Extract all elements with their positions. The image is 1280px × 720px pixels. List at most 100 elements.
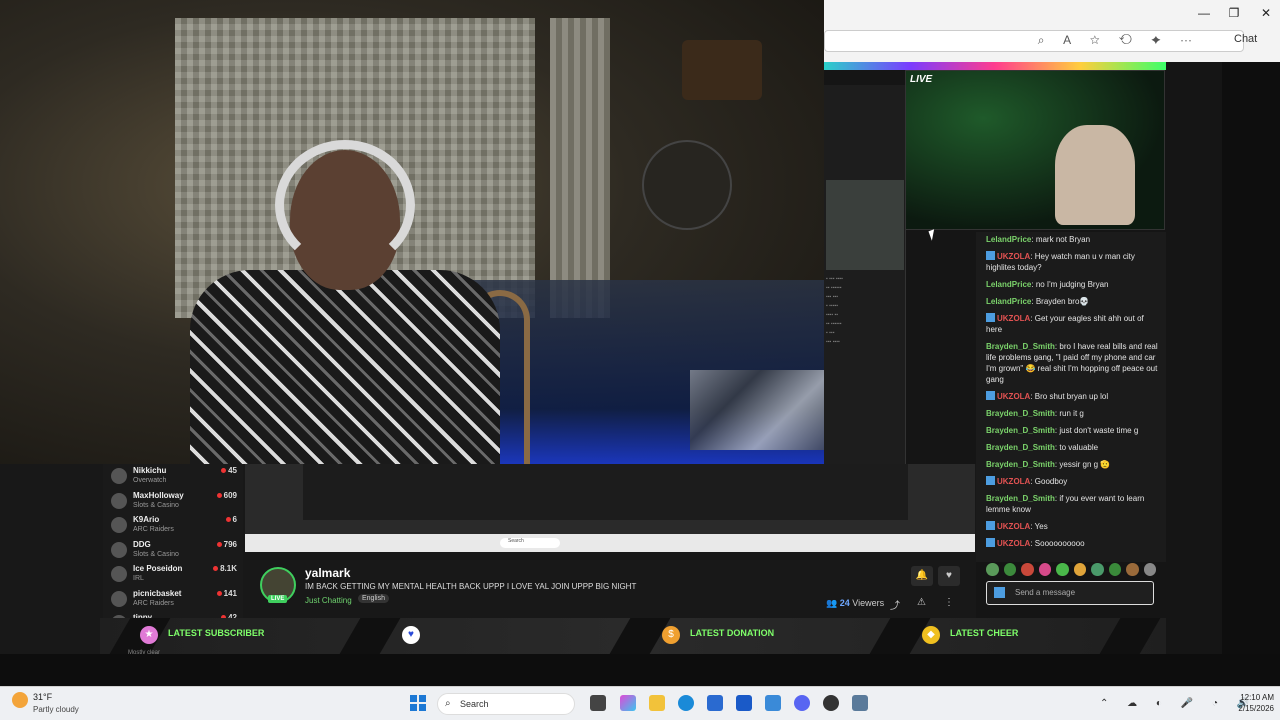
chat-username[interactable]: UKZOLA [997,392,1030,401]
followed-channel-item[interactable]: DDG Slots & Casino 796 [111,540,241,564]
chat-message: UKZOLA: Get your eagles shit ahh out of … [986,313,1144,334]
chat-username[interactable]: Brayden_D_Smith [986,460,1055,469]
chat-username[interactable]: Brayden_D_Smith [986,342,1055,351]
channel-avatar [111,541,127,558]
channel-viewers: 141 [216,589,237,598]
obs-icon[interactable] [823,695,839,711]
chat-text: Goodboy [1034,477,1068,486]
store-icon[interactable] [707,695,723,711]
viewers-label: Viewers [852,598,885,608]
chat-text: Bro shut bryan up lol [1034,392,1109,401]
stream-language-tag[interactable]: English [358,594,389,603]
emote-icon[interactable] [1108,563,1121,576]
chat-badge-icon[interactable] [994,587,1005,598]
emote-icon[interactable] [1003,563,1016,576]
chat-badge-icon [986,476,995,485]
chat-username[interactable]: UKZOLA [997,314,1030,323]
emote-icon[interactable] [1143,563,1156,576]
heart-icon: ♥ [402,626,420,644]
chat-message: Brayden_D_Smith: just don't waste time g [986,426,1139,435]
emote-icon[interactable] [986,563,999,576]
chat-message: LelandPrice: mark not Bryan [986,235,1091,244]
followed-channel-item[interactable]: Nikkichu Overwatch 45 [111,466,241,490]
chat-username[interactable]: UKZOLA [997,539,1030,548]
emote-icon[interactable] [1021,563,1034,576]
discord-icon[interactable] [794,695,810,711]
diamond-icon: ◆ [922,626,940,644]
chat-username[interactable]: Brayden_D_Smith [986,443,1055,452]
chat-username[interactable]: LelandPrice [986,297,1031,306]
settings-icon[interactable] [852,695,868,711]
emote-icon[interactable] [1038,563,1051,576]
edge-icon[interactable] [678,695,694,711]
stream-category[interactable]: Just Chatting [305,596,352,605]
minimize-button[interactable]: — [1194,6,1214,20]
follow-heart-icon[interactable]: ♥ [938,566,960,586]
streamer-name[interactable]: yalmark [305,566,350,580]
followed-channel-item[interactable]: K9Ario ARC Raiders 6 [111,515,241,539]
chat-text: Soooooooooo [1034,539,1085,548]
channel-category: Slots & Casino [133,501,179,509]
channel-avatar [111,566,127,582]
weather-temperature[interactable]: 31°F [33,692,52,702]
report-icon[interactable]: ⚠ [917,597,926,608]
chat-username[interactable]: UKZOLA [997,477,1030,486]
toolbar-icons[interactable]: ⌕ A ☆ ⟲ ✦ ⋯ [1038,33,1200,48]
emote-icon[interactable] [1126,563,1139,576]
share-icon[interactable]: ⤴ [890,597,900,612]
clock-time: 12:10 AM [1240,693,1274,702]
stream-title: IM BACK GETTING MY MENTAL HEALTH BACK UP… [305,582,637,591]
taskbar-clock[interactable]: 12:10 AM 2/15/2026 [1228,692,1274,714]
channel-name: picnicbasket [133,588,182,598]
dropbox-icon[interactable] [736,695,752,711]
chat-username[interactable]: LelandPrice [986,235,1031,244]
chat-text: run it g [1059,409,1084,418]
chat-message: UKZOLA: Bro shut bryan up lol [986,391,1160,402]
latest-subscriber-label: LATEST SUBSCRIBER [168,628,265,638]
emote-icon[interactable] [1091,563,1104,576]
chat-username[interactable]: Brayden_D_Smith [986,409,1055,418]
notification-bell-icon[interactable]: 🔔 [911,566,933,586]
taskbar-search[interactable]: Search [437,693,575,715]
channel-viewers: 6 [225,515,237,524]
emote-row [986,563,1156,577]
emote-icon[interactable] [1056,563,1069,576]
channel-name: MaxHolloway [133,490,184,500]
mail-icon[interactable] [765,695,781,711]
chat-input[interactable]: Send a message [986,581,1154,605]
chat-text: just don't waste time g [1059,426,1139,435]
close-button[interactable]: ✕ [1256,6,1276,20]
nested-taskbar-strip [0,654,1280,686]
copilot-chat-button[interactable]: Chat [1234,33,1257,45]
more-icon[interactable]: ⋮ [944,597,954,608]
task-view-icon[interactable] [590,695,606,711]
followed-channel-item[interactable]: Ice Poseidon IRL 8.1K [111,564,241,588]
chat-username[interactable]: UKZOLA [997,252,1030,261]
chat-message: LelandPrice: no I'm judging Bryan [986,280,1109,289]
emote-icon[interactable] [1073,563,1086,576]
chat-message: UKZOLA: Yes [986,521,1160,532]
channel-category: IRL [133,575,144,582]
streamer-body [190,270,500,464]
chat-message: Brayden_D_Smith: yessir gn g 🫡 [986,460,1111,469]
maximize-button[interactable]: ❐ [1224,6,1244,20]
file-explorer-icon[interactable] [649,695,665,711]
weather-condition[interactable]: Partly cloudy [33,705,79,714]
start-button[interactable] [410,695,426,711]
weather-icon[interactable] [12,692,28,708]
channel-category: ARC Raiders [133,599,174,607]
viewers-number: 24 [839,598,850,608]
chat-message: Brayden_D_Smith: if you ever want to lea… [986,494,1145,514]
alert-bar: ★ LATEST SUBSCRIBER ♥ $ LATEST DONATION … [100,618,1166,654]
chat-text: Yes [1034,522,1048,531]
nested-search: Search [500,538,560,548]
copilot-icon[interactable] [620,695,636,711]
chat-username[interactable]: LelandPrice [986,280,1031,289]
chat-username[interactable]: UKZOLA [997,522,1030,531]
followed-channel-item[interactable]: picnicbasket ARC Raiders 141 [111,589,241,613]
chat-username[interactable]: Brayden_D_Smith [986,426,1055,435]
followed-channel-item[interactable]: MaxHolloway Slots & Casino 609 [111,491,241,515]
nested-stream-info [303,464,908,520]
chat-message-list: LelandPrice: mark not Bryan UKZOLA: Hey w… [986,234,1160,549]
chat-username[interactable]: Brayden_D_Smith [986,494,1055,503]
